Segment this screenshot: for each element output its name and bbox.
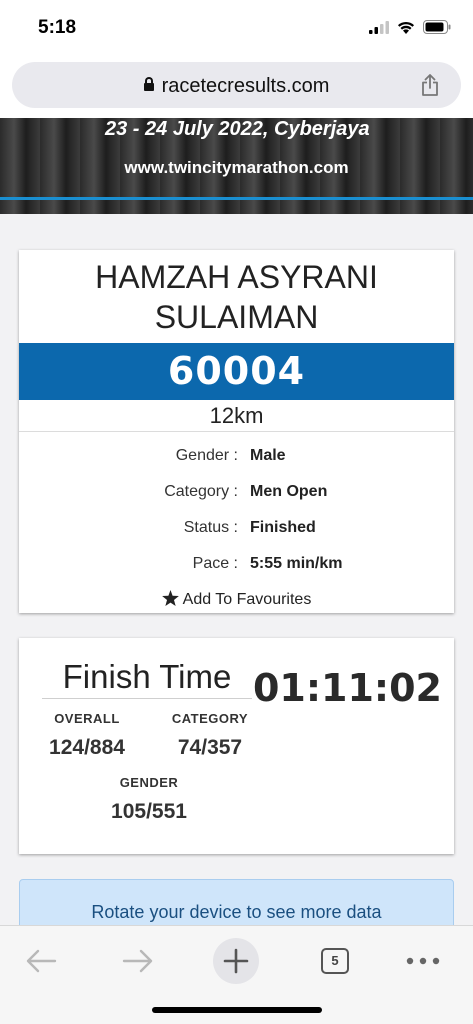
plus-circle [213,938,259,984]
overall-rank-label: OVERALL [54,711,120,726]
url-display: racetecresults.com [12,75,461,98]
back-button[interactable] [20,936,62,986]
wifi-icon [398,21,414,34]
detail-label: Status : [183,519,238,536]
runner-name-line1: HAMZAH ASYRANI [95,259,378,295]
runner-info-card: HAMZAH ASYRANI SULAIMAN 60004 12km Gende… [19,250,454,613]
cellular-signal-icon [369,20,389,34]
tab-count: 5 [321,948,349,974]
status-icons [369,20,451,34]
browser-address-bar: racetecresults.com [0,58,473,118]
notice-text: Rotate your device to see more data [91,902,382,922]
race-distance: 12km [19,400,454,432]
favourites-label: Add To Favourites [182,591,312,608]
url-text: racetecresults.com [161,75,330,97]
arrow-left-icon [26,949,57,973]
new-tab-button[interactable] [213,936,259,986]
detail-label: Pace : [192,555,238,572]
detail-value: Men Open [250,483,328,500]
detail-label: Category : [164,483,238,500]
plus-icon [223,948,249,974]
event-banner-image: 23 - 24 July 2022, Cyberjaya www.twincit… [0,118,473,214]
detail-value: Male [250,447,286,464]
finish-time-value: 01:11:02 [252,666,442,710]
tabs-button[interactable]: 5 [320,936,350,986]
runner-details: Gender : Male Category : Men Open Status… [19,432,454,582]
detail-row-pace: Pace : 5:55 min/km [19,546,454,582]
more-dots-icon [406,957,440,965]
bib-number: 60004 [19,343,454,400]
forward-button[interactable] [117,936,159,986]
status-time: 5:18 [38,17,77,38]
gender-rank-label: GENDER [119,775,179,790]
overall-rank-value: 124/884 [49,736,125,759]
finish-time-heading: Finish Time [42,658,252,699]
detail-label: Gender : [175,447,238,464]
category-rank-label: CATEGORY [171,711,249,726]
banner-site-url: www.twincitymarathon.com [124,158,349,177]
detail-row-gender: Gender : Male [19,438,454,474]
lock-icon [143,77,154,91]
category-rank-value: 74/357 [177,736,243,759]
battery-icon [423,20,451,34]
gender-rank-value: 105/551 [111,800,187,823]
banner-date: 23 - 24 July 2022, Cyberjaya [105,118,370,140]
detail-value: Finished [250,519,316,536]
detail-row-category: Category : Men Open [19,474,454,510]
banner-divider [0,197,473,200]
detail-row-status: Status : Finished [19,510,454,546]
runner-name-line2: SULAIMAN [154,299,319,335]
share-icon[interactable] [421,74,439,96]
more-menu-button[interactable] [405,936,441,986]
star-icon [161,590,179,606]
runner-name: HAMZAH ASYRANI SULAIMAN [19,250,454,343]
add-to-favourites-button[interactable]: Add To Favourites [19,582,454,618]
home-indicator[interactable] [152,1007,322,1013]
status-bar: 5:18 [0,0,473,58]
finish-results-card: Finish Time 01:11:02 OVERALL 124/884 CAT… [19,638,454,854]
arrow-right-icon [122,949,153,973]
url-field[interactable]: racetecresults.com [12,62,461,108]
detail-value: 5:55 min/km [250,555,343,572]
